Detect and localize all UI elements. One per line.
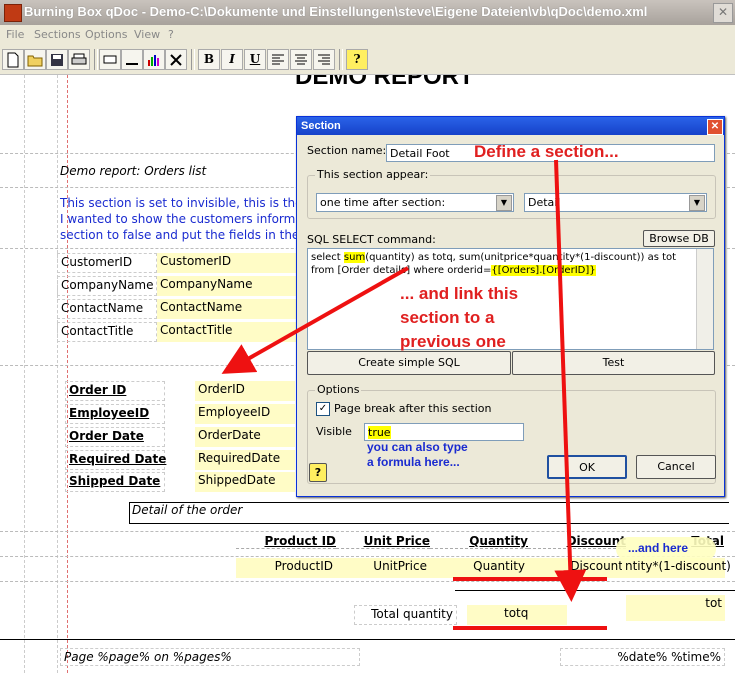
define-arrow — [554, 159, 587, 602]
annotation-arrows — [221, 159, 607, 630]
link-arrow — [221, 266, 409, 374]
